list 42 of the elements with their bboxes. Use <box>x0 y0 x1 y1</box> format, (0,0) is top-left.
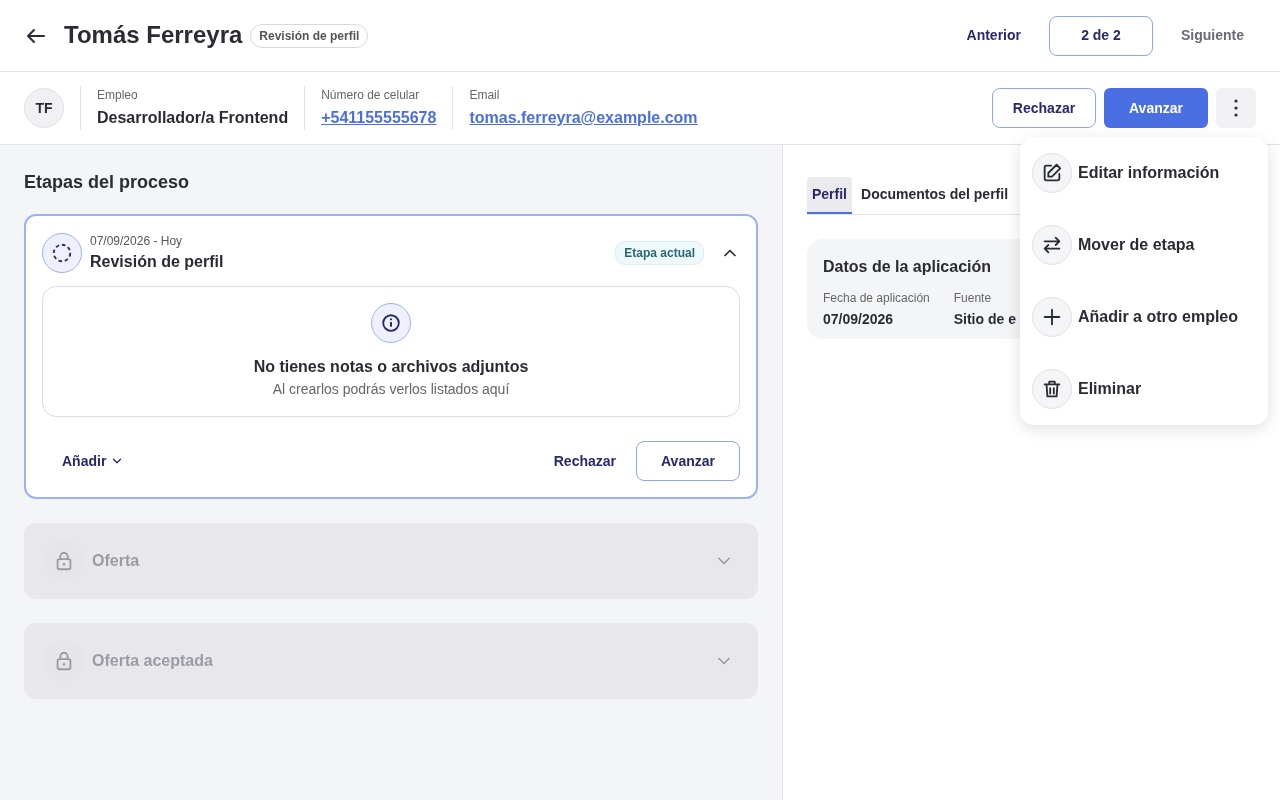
advance-button[interactable]: Avanzar <box>1104 88 1208 128</box>
stage-date: 07/09/2026 - Hoy <box>90 233 184 250</box>
more-button[interactable] <box>1216 88 1256 128</box>
advance-button[interactable]: Avanzar <box>636 441 740 481</box>
field-value: Sitio de e <box>953 310 1016 329</box>
contact-link[interactable]: +541155555678 <box>321 106 437 130</box>
info-icon <box>371 303 411 343</box>
menu-item[interactable]: Añadir a otro empleo <box>1032 281 1239 353</box>
field-label: Fecha de aplicación <box>823 290 930 307</box>
field-label: Fuente <box>953 290 993 307</box>
section-title: Etapas del proceso <box>24 171 191 194</box>
avatar: TF <box>24 88 64 128</box>
empty-title: No tienes notas o archivos adjuntos <box>252 357 530 377</box>
stage-title: Oferta <box>92 551 140 571</box>
page-indicator[interactable]: 2 de 2 <box>1049 15 1153 56</box>
edit-icon <box>1041 162 1063 184</box>
field-value: Desarrollador/a Frontend <box>97 108 289 128</box>
card-title: Datos de la aplicación <box>823 257 993 277</box>
progress-icon <box>42 233 82 273</box>
stage-title: Oferta aceptada <box>92 651 213 671</box>
field-label: Número de celular <box>321 87 421 104</box>
trash-icon <box>1041 378 1063 400</box>
menu-item[interactable]: Editar información <box>1032 137 1220 209</box>
swap-arrows-icon <box>1041 234 1063 256</box>
tab[interactable]: Perfil <box>807 177 852 214</box>
contact-link[interactable]: tomas.ferreyra@example.com <box>469 106 698 130</box>
add-dropdown[interactable]: Añadir <box>50 442 137 480</box>
menu-item[interactable]: Eliminar <box>1032 353 1142 425</box>
previous-link[interactable]: Anterior <box>954 17 1033 54</box>
tab[interactable]: Documentos del perfil <box>856 177 1014 214</box>
field-label: Email <box>469 87 501 104</box>
field-label: Empleo <box>97 87 139 104</box>
reject-button[interactable]: Rechazar <box>541 442 628 480</box>
field-value: 07/09/2026 <box>823 310 895 329</box>
empty-description: Al crearlos podrás verlos listados aquí <box>271 380 511 399</box>
menu-item[interactable]: Mover de etapa <box>1032 209 1195 281</box>
reject-button[interactable]: Rechazar <box>992 88 1096 128</box>
candidate-name: Tomás Ferreyra <box>64 21 243 50</box>
current-stage-badge: Etapa actual <box>615 241 704 265</box>
stage-title: Revisión de perfil <box>90 252 224 272</box>
more-icon <box>1234 99 1238 117</box>
plus-icon <box>1041 306 1063 328</box>
